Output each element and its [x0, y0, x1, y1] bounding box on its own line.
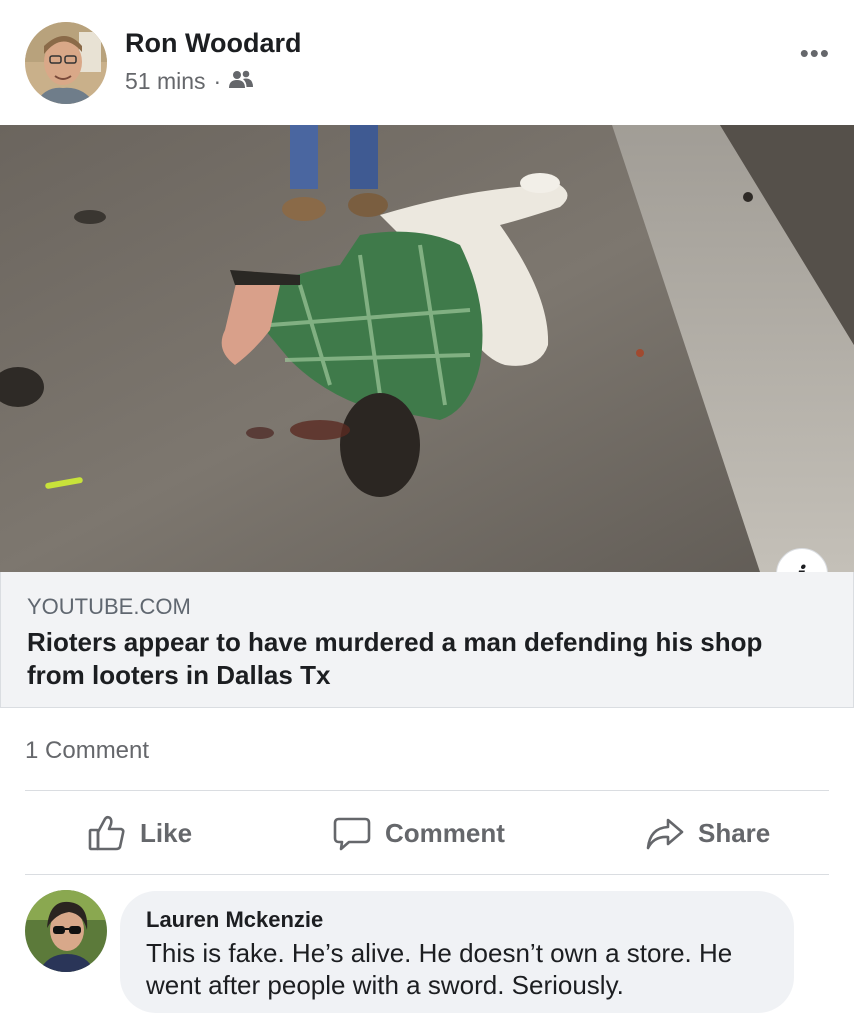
divider-top	[25, 790, 829, 791]
divider-bottom	[25, 874, 829, 875]
video-thumbnail[interactable]	[0, 125, 854, 572]
more-options-icon[interactable]: •••	[800, 38, 830, 69]
author-avatar[interactable]	[25, 22, 107, 104]
post-time[interactable]: 51 mins	[125, 68, 206, 95]
share-button[interactable]: Share	[646, 792, 770, 874]
commenter-name[interactable]: Lauren Mckenzie	[146, 907, 323, 933]
link-title[interactable]: Rioters appear to have murdered a man de…	[27, 626, 807, 692]
like-label: Like	[140, 817, 193, 848]
comment-label: Comment	[385, 817, 505, 848]
post-meta: 51 mins ·	[125, 68, 254, 95]
like-icon	[88, 814, 126, 852]
link-domain: YOUTUBE.COM	[27, 594, 191, 619]
link-preview[interactable]: YOUTUBE.COM Rioters appear to have murde…	[0, 572, 854, 708]
comment-icon	[333, 814, 371, 852]
friends-icon[interactable]	[229, 68, 254, 95]
comment-button[interactable]: Comment	[333, 792, 505, 874]
comment-bubble: Lauren Mckenzie This is fake. He’s alive…	[120, 891, 794, 1013]
action-bar: Like Comment Share	[0, 792, 854, 874]
meta-separator: ·	[213, 68, 222, 94]
share-icon	[646, 814, 684, 852]
share-label: Share	[698, 817, 771, 848]
like-button[interactable]: Like	[88, 792, 192, 874]
author-name[interactable]: Ron Woodard	[125, 28, 301, 59]
post-header: Ron Woodard 51 mins · •••	[0, 0, 854, 125]
commenter-avatar[interactable]	[25, 890, 107, 972]
comment-text: This is fake. He’s alive. He doesn’t own…	[146, 938, 733, 1000]
comments-count[interactable]: 1 Comment	[25, 737, 149, 765]
